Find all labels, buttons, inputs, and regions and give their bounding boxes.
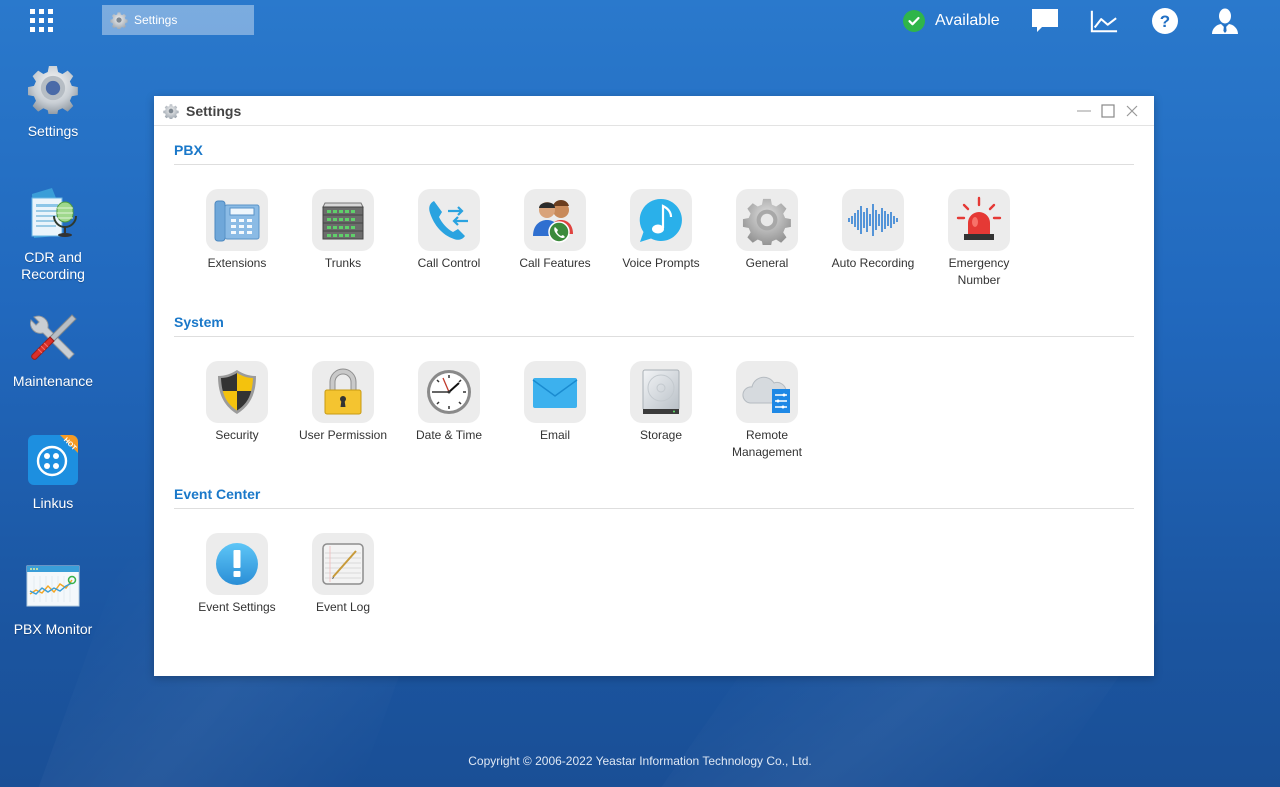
tile-voice-prompts[interactable]: Voice Prompts <box>608 189 714 289</box>
sound-wave-icon <box>848 204 898 236</box>
tile-remote-management[interactable]: Remote Management <box>714 361 820 461</box>
desktop-item-pbx-monitor[interactable]: PBX Monitor <box>0 558 106 638</box>
tile-call-features[interactable]: Call Features <box>502 189 608 289</box>
tile-event-settings[interactable]: Event Settings <box>184 533 290 616</box>
tile-auto-recording[interactable]: Auto Recording <box>820 189 926 289</box>
envelope-icon <box>532 378 578 408</box>
notepad-icon <box>322 543 364 585</box>
gear-icon <box>163 103 179 119</box>
phone-arrows-icon <box>429 201 468 240</box>
exclamation-icon <box>216 543 258 585</box>
tile-storage[interactable]: Storage <box>608 361 714 461</box>
taskbar-tab-settings[interactable]: Settings <box>102 5 254 35</box>
desktop-item-label: Maintenance <box>12 373 94 389</box>
window-title-bar[interactable]: Settings <box>154 96 1154 126</box>
server-rack-icon <box>322 202 364 240</box>
padlock-icon <box>324 368 362 415</box>
settings-window: Settings PBX Extensions Trunks Call Cont… <box>154 96 1154 676</box>
section-event-center: Event Center Event Settings Event Log <box>174 486 1134 616</box>
tile-label: Call Features <box>519 256 591 270</box>
tile-label: Date & Time <box>415 428 483 442</box>
tile-label: General <box>745 256 789 270</box>
tile-security[interactable]: Security <box>184 361 290 461</box>
tile-email[interactable]: Email <box>502 361 608 461</box>
section-pbx: PBX Extensions Trunks Call Control Call … <box>174 142 1134 289</box>
tile-label: Security <box>215 428 259 442</box>
tile-trunks[interactable]: Trunks <box>290 189 396 289</box>
tile-label: Event Settings <box>198 600 276 614</box>
window-title: Settings <box>186 102 242 119</box>
desktop-item-label: CDR and Recording <box>21 249 85 282</box>
linkus-icon: HOT <box>25 432 81 488</box>
tile-date-time[interactable]: Date & Time <box>396 361 502 461</box>
clock-icon <box>427 370 471 414</box>
svg-text:?: ? <box>1160 12 1170 31</box>
tile-call-control[interactable]: Call Control <box>396 189 502 289</box>
music-note-bubble-icon <box>639 198 682 242</box>
desktop-item-settings[interactable]: Settings <box>0 60 106 140</box>
tools-icon <box>25 310 81 366</box>
section-system: System Security User Permission Date & T… <box>174 314 1134 461</box>
maximize-icon[interactable] <box>1100 103 1116 119</box>
tile-user-permission[interactable]: User Permission <box>290 361 396 461</box>
shield-icon <box>218 370 256 414</box>
tile-label: Trunks <box>324 256 362 270</box>
gear-icon <box>110 12 128 29</box>
cdr-recording-icon <box>25 186 81 242</box>
minimize-icon[interactable] <box>1076 103 1092 119</box>
desktop-item-label: PBX Monitor <box>13 621 93 637</box>
siren-icon <box>956 196 1002 240</box>
tile-general[interactable]: General <box>714 189 820 289</box>
section-title: Event Center <box>174 486 1134 509</box>
tile-label: Voice Prompts <box>622 256 700 270</box>
desktop-item-linkus[interactable]: HOT Linkus <box>0 432 106 512</box>
desktop-item-label: Linkus <box>32 495 74 511</box>
hard-drive-icon <box>642 369 680 414</box>
close-icon[interactable] <box>1124 103 1140 119</box>
desk-phone-icon <box>214 200 260 242</box>
copyright-footer: Copyright © 2006-2022 Yeastar Informatio… <box>468 754 812 768</box>
section-title: PBX <box>174 142 1134 165</box>
monitor-chart-icon <box>25 558 81 614</box>
tile-extensions[interactable]: Extensions <box>184 189 290 289</box>
tile-label: Emergency Number <box>948 256 1010 287</box>
gear-icon <box>25 60 81 116</box>
desktop-item-cdr-and-recording[interactable]: CDR and Recording <box>0 186 106 283</box>
chat-icon[interactable] <box>1031 8 1059 34</box>
top-bar: Settings Available ? <box>0 0 1280 42</box>
gear-icon <box>742 198 791 245</box>
status-label: Available <box>935 12 1000 29</box>
tile-label: Extensions <box>207 256 267 270</box>
cloud-settings-icon <box>742 376 790 413</box>
tile-label: Event Log <box>315 600 371 614</box>
tile-label: Storage <box>639 428 683 442</box>
chart-line-icon[interactable] <box>1090 8 1118 34</box>
desktop-item-label: Settings <box>27 123 79 139</box>
check-circle-icon <box>903 10 925 32</box>
tile-event-log[interactable]: Event Log <box>290 533 396 616</box>
taskbar-tab-label: Settings <box>134 13 178 27</box>
tile-label: User Permission <box>298 428 388 442</box>
tile-label: Call Control <box>417 256 481 270</box>
tile-label: Remote Management <box>731 428 803 459</box>
users-phone-icon <box>533 200 573 243</box>
availability-status[interactable]: Available <box>903 10 1000 32</box>
help-icon[interactable]: ? <box>1151 8 1179 34</box>
user-icon[interactable] <box>1211 8 1239 34</box>
tile-emergency-number[interactable]: Emergency Number <box>926 189 1032 289</box>
tile-label: Email <box>539 428 570 442</box>
section-title: System <box>174 314 1134 337</box>
tile-label: Auto Recording <box>831 256 915 270</box>
grid-icon[interactable] <box>30 9 54 32</box>
desktop-item-maintenance[interactable]: Maintenance <box>0 310 106 390</box>
